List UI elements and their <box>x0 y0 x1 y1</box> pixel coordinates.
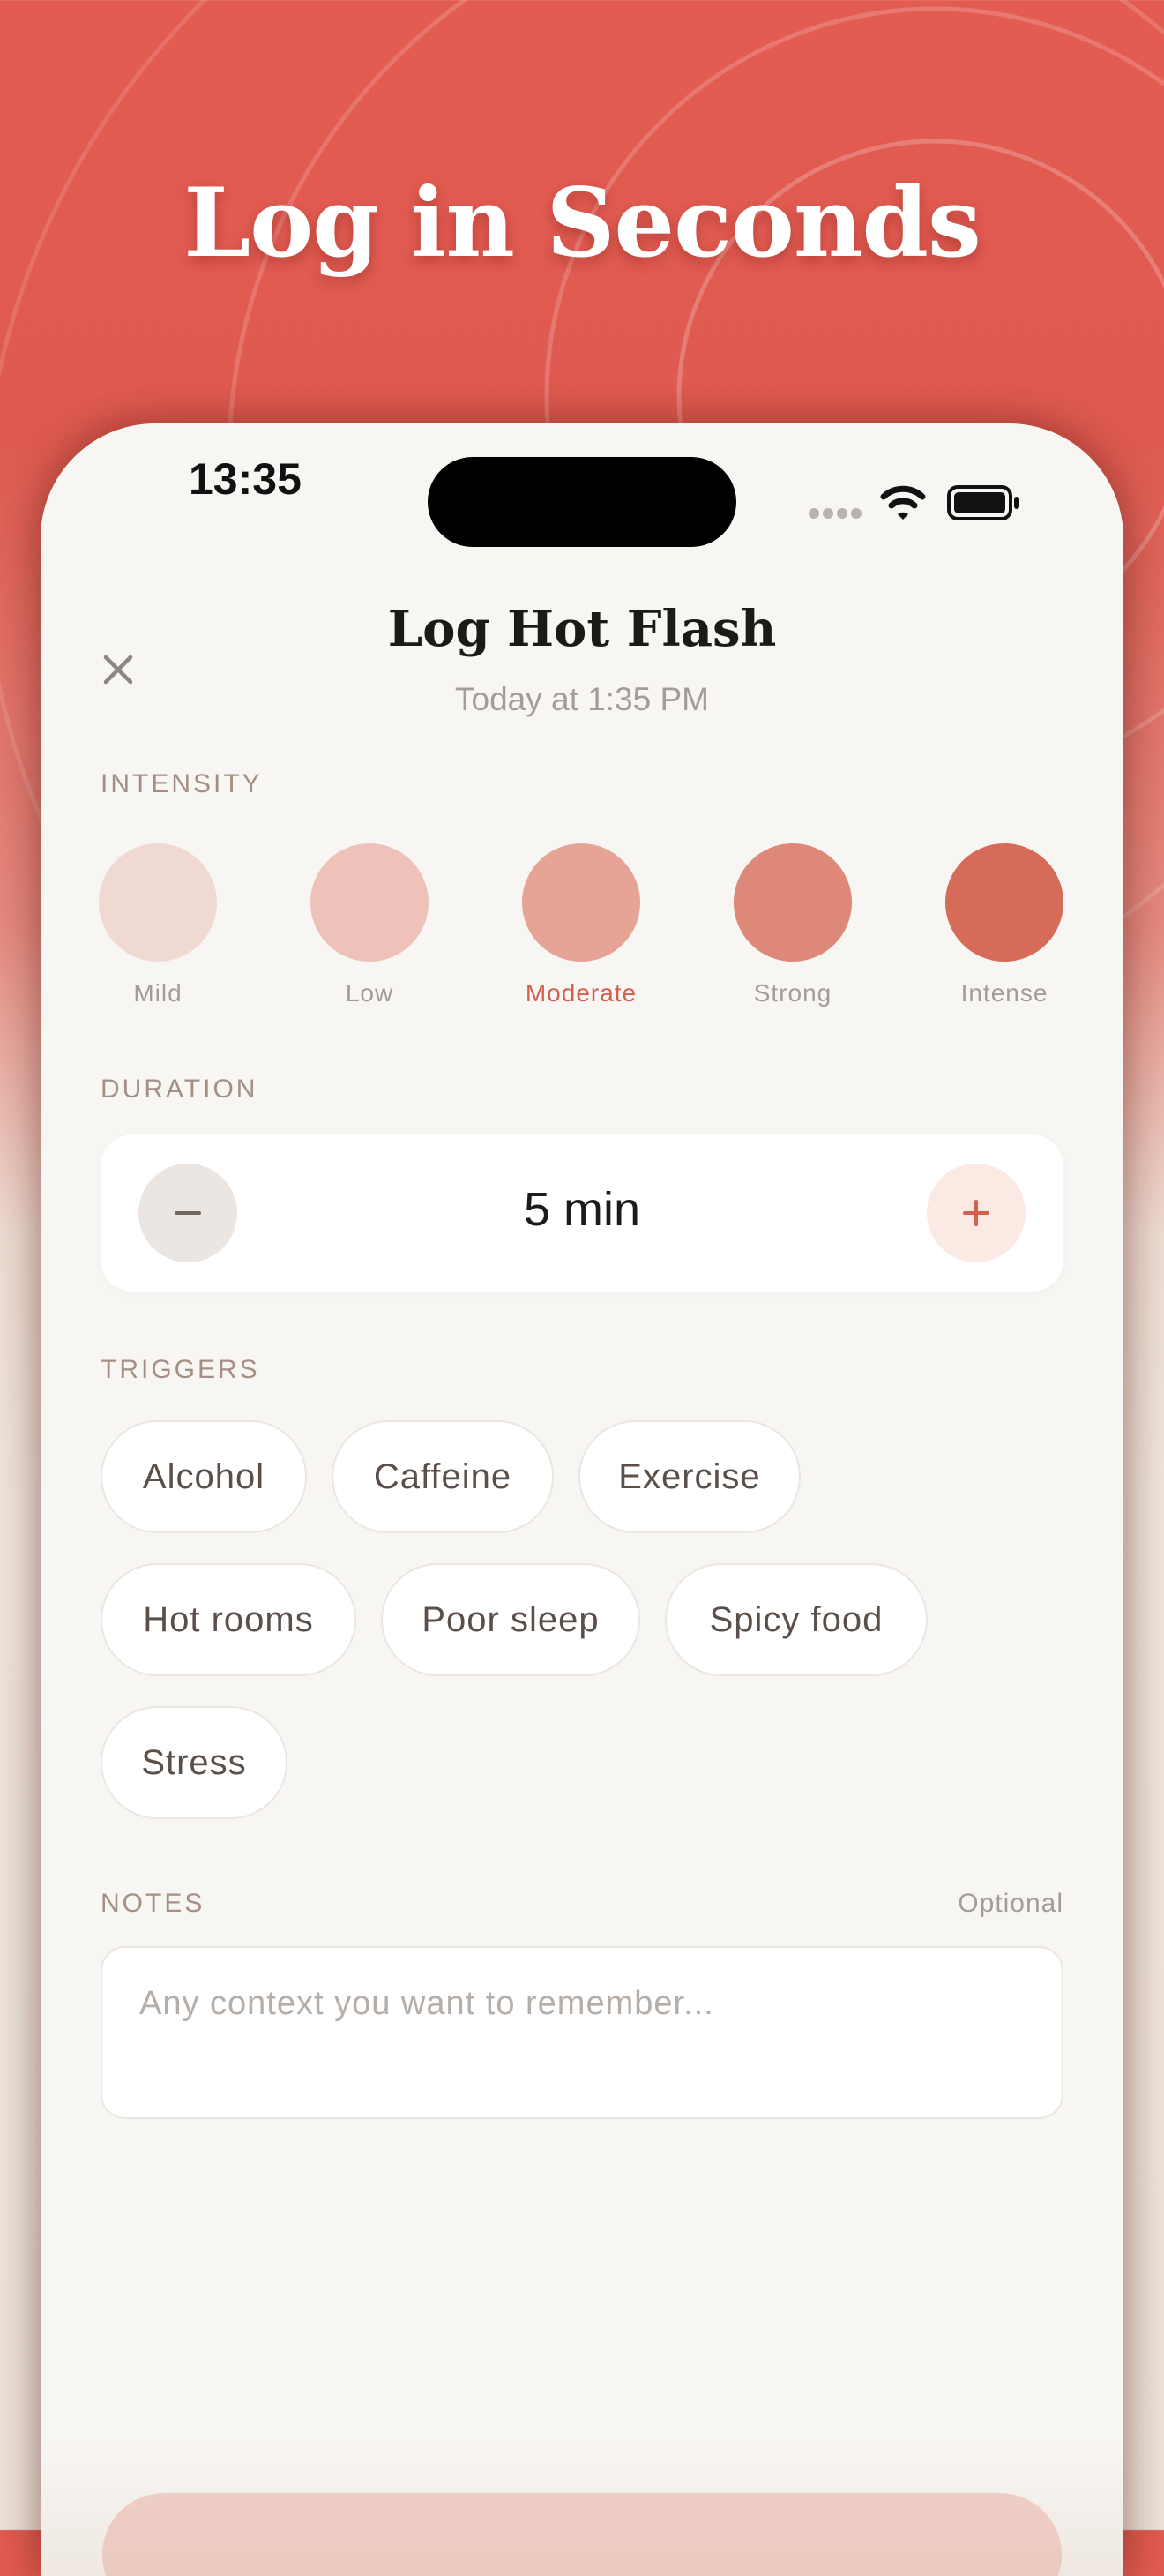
trigger-chip-exercise[interactable]: Exercise <box>578 1420 801 1533</box>
trigger-chip-hot-rooms[interactable]: Hot rooms <box>101 1563 356 1676</box>
intensity-circle <box>310 843 429 962</box>
battery-icon <box>947 485 1019 520</box>
trigger-chip-alcohol[interactable]: Alcohol <box>101 1420 307 1533</box>
status-bar-time: 13:35 <box>189 454 302 504</box>
save-button-partial[interactable] <box>102 2493 1062 2576</box>
phone-frame: 13:35 Log Hot Flash Today at 1:35 PM INT… <box>41 423 1123 2576</box>
headline: Log in Seconds <box>183 168 981 279</box>
intensity-label: INTENSITY <box>101 769 263 798</box>
intensity-option-label: Intense <box>960 979 1048 1007</box>
intensity-option-label: Moderate <box>525 979 638 1007</box>
dynamic-island <box>428 457 736 547</box>
trigger-chip-poor-sleep[interactable]: Poor sleep <box>381 1563 640 1676</box>
trigger-chip-caffeine[interactable]: Caffeine <box>332 1420 554 1533</box>
notes-label: NOTES <box>101 1889 205 1918</box>
intensity-circle <box>99 843 217 962</box>
intensity-option-moderate[interactable]: Moderate <box>511 843 652 1007</box>
trigger-chip-stress[interactable]: Stress <box>101 1706 287 1819</box>
plus-icon <box>963 1200 989 1226</box>
intensity-circle <box>945 843 1063 962</box>
triggers-label: TRIGGERS <box>101 1355 260 1384</box>
intensity-option-label: Low <box>345 979 394 1007</box>
intensity-option-intense[interactable]: Intense <box>934 843 1075 1007</box>
cellular-signal-icon <box>809 508 862 519</box>
notes-optional-label: Optional <box>958 1889 1063 1918</box>
intensity-option-strong[interactable]: Strong <box>722 843 863 1007</box>
sheet-subtitle: Today at 1:35 PM <box>455 681 709 717</box>
trigger-chip-spicy-food[interactable]: Spicy food <box>665 1563 928 1676</box>
intensity-circle <box>522 843 640 962</box>
intensity-option-mild[interactable]: Mild <box>87 843 228 1007</box>
intensity-option-low[interactable]: Low <box>299 843 440 1007</box>
increment-duration-button[interactable] <box>927 1164 1026 1262</box>
wifi-icon <box>880 485 926 520</box>
duration-label: DURATION <box>101 1075 258 1104</box>
notes-input[interactable] <box>139 1985 1021 2023</box>
intensity-option-label: Strong <box>753 979 832 1007</box>
sheet-title: Log Hot Flash <box>387 600 777 658</box>
intensity-circle <box>734 843 852 962</box>
duration-stepper: 5 min <box>101 1134 1063 1292</box>
duration-value: 5 min <box>523 1183 641 1236</box>
intensity-option-label: Mild <box>133 979 183 1007</box>
notes-field[interactable] <box>101 1946 1063 2119</box>
